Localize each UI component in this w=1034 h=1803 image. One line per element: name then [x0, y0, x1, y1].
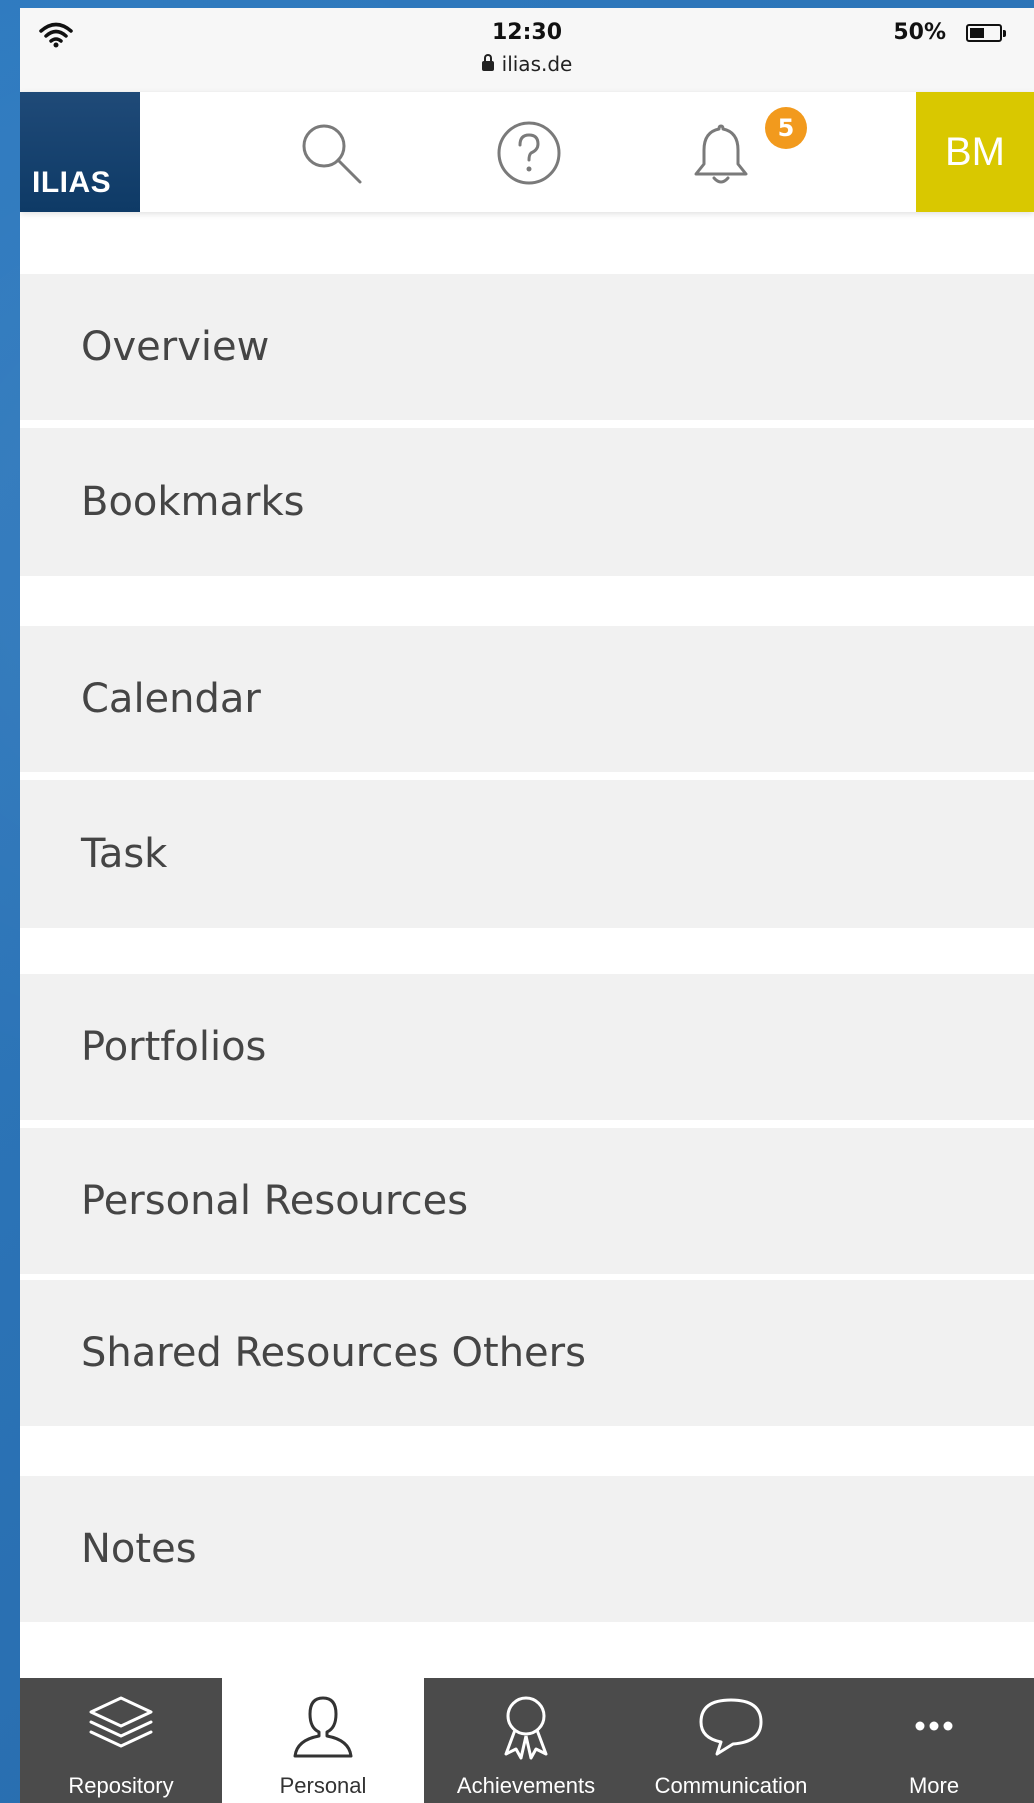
battery-level: [970, 28, 984, 38]
nav-label: Achievements: [456, 1773, 596, 1798]
more-dots-icon: [915, 1721, 953, 1731]
menu-item-label: Overview: [81, 324, 270, 370]
menu-item-bookmarks[interactable]: Bookmarks: [20, 428, 1034, 576]
bottom-navigation: Repository Personal Achievements Communi…: [20, 1678, 1034, 1803]
speech-bubble-icon: [699, 1698, 763, 1756]
menu-item-personal-resources[interactable]: Personal Resources: [20, 1128, 1034, 1274]
top-header: ILIAS 5 BM: [20, 92, 1034, 212]
nav-more[interactable]: More: [834, 1678, 1034, 1803]
status-time: 12:30: [491, 20, 563, 45]
nav-label: Repository: [68, 1773, 174, 1798]
nav-achievements[interactable]: Achievements: [424, 1678, 628, 1803]
person-icon: [293, 1696, 353, 1758]
battery-percent: 50%: [893, 20, 946, 45]
nav-personal[interactable]: Personal: [222, 1678, 424, 1803]
help-icon[interactable]: [494, 118, 564, 188]
layers-icon: [89, 1696, 153, 1748]
menu-item-portfolios[interactable]: Portfolios: [20, 974, 1034, 1120]
menu-item-label: Calendar: [81, 676, 261, 722]
url-text: ilias.de: [501, 52, 573, 76]
battery-icon: [966, 24, 1006, 42]
avatar[interactable]: BM: [916, 92, 1034, 212]
menu-item-label: Personal Resources: [81, 1178, 469, 1224]
nav-label: Communication: [654, 1773, 808, 1798]
lock-icon: [481, 54, 494, 71]
menu-item-label: Bookmarks: [81, 479, 305, 525]
nav-label: More: [908, 1773, 960, 1798]
status-bar: 12:30 ilias.de 50%: [20, 8, 1034, 92]
nav-label: Personal: [279, 1773, 367, 1798]
bell-icon[interactable]: [686, 118, 756, 188]
menu-item-overview[interactable]: Overview: [20, 274, 1034, 420]
search-icon[interactable]: [296, 118, 366, 188]
award-icon: [504, 1696, 548, 1760]
menu-item-shared-resources-others[interactable]: Shared Resources Others: [20, 1280, 1034, 1426]
nav-communication[interactable]: Communication: [628, 1678, 834, 1803]
url-display[interactable]: ilias.de: [20, 52, 1034, 76]
menu-item-label: Portfolios: [81, 1024, 267, 1070]
nav-repository[interactable]: Repository: [20, 1678, 222, 1803]
notification-badge: 5: [765, 107, 807, 149]
phone-screen: 12:30 ilias.de 50% ILIAS 5 BM Overview B…: [20, 8, 1034, 1803]
menu-item-calendar[interactable]: Calendar: [20, 626, 1034, 772]
menu-item-notes[interactable]: Notes: [20, 1476, 1034, 1622]
logo-text: ILIAS: [32, 166, 112, 199]
menu-item-label: Notes: [81, 1526, 197, 1572]
menu-item-label: Shared Resources Others: [81, 1330, 586, 1376]
menu-item-task[interactable]: Task: [20, 780, 1034, 928]
menu-item-label: Task: [81, 831, 168, 877]
ilias-logo[interactable]: ILIAS: [20, 92, 140, 212]
